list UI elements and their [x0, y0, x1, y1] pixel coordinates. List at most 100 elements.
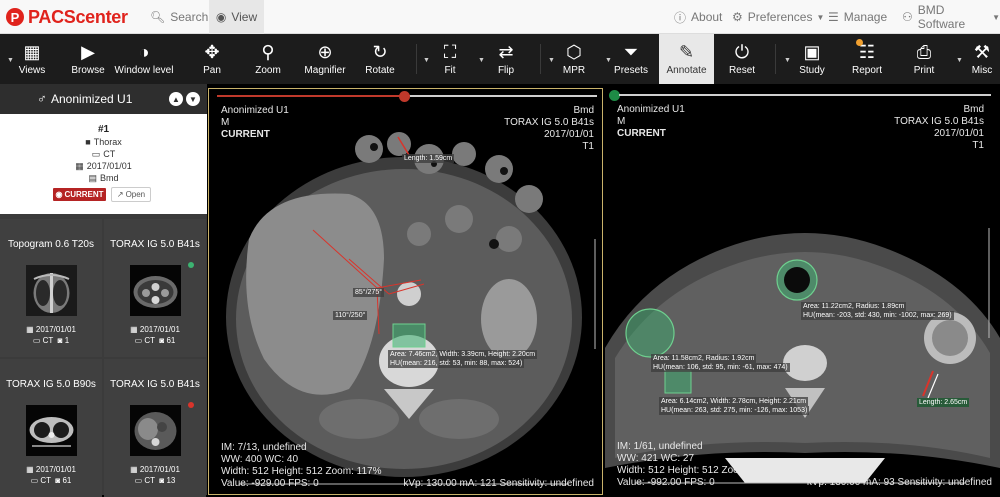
misc-dropdown-caret-icon[interactable]: ▼: [956, 57, 963, 64]
nav-view[interactable]: ◉ View: [209, 0, 264, 34]
chevron-up-icon[interactable]: ▲: [169, 92, 183, 106]
series-date-text: 2017/01/01: [35, 325, 76, 334]
current-badge-label: CURRENT: [64, 190, 104, 199]
fit-dropdown-caret-icon[interactable]: ▼: [423, 57, 430, 64]
misc-button[interactable]: ⚒ Misc: [964, 34, 1000, 84]
length-measurement[interactable]: Length: 1.59cm: [402, 154, 455, 163]
flip-dropdown-caret-icon[interactable]: ▼: [478, 57, 485, 64]
series-meta: ▭ CT ◙ 1: [0, 336, 102, 345]
viewport-left[interactable]: Anonimized U1 M CURRENT Bmd TORAX IG 5.0…: [208, 88, 603, 495]
slice-slider-track: [409, 95, 597, 97]
angle-measurement[interactable]: 110°/250°: [333, 311, 368, 320]
series-tile[interactable]: TORAX IG 5.0 B41s ▦ 2017/01/01 ▭ CT ◙ 13: [104, 359, 206, 497]
brand-name: PACScenter: [28, 6, 128, 27]
nav-preferences-label: Preferences: [747, 10, 813, 24]
overlay-sex: M: [221, 117, 230, 128]
mpr-label: MPR: [562, 65, 586, 76]
presets-button[interactable]: ⏷ Presets: [612, 34, 650, 84]
mpr-dropdown-caret-icon[interactable]: ▼: [548, 57, 555, 64]
series-title: Topogram 0.6 T20s: [8, 239, 94, 250]
views-dropdown-caret-icon[interactable]: ▼: [7, 57, 14, 64]
main-toolbar: ▼ ▦ Views ▶ Browse ◑ Window level ✥ Pan …: [0, 34, 1000, 84]
nav-manage[interactable]: ☰ Manage: [828, 0, 887, 34]
slice-slider-knob[interactable]: [399, 91, 410, 102]
nav-user-label: BMD Software: [917, 3, 966, 31]
window-level-button[interactable]: ◑ Window level: [114, 34, 174, 84]
open-study-label: Open: [125, 190, 146, 199]
chevron-down-icon: ▼: [816, 12, 825, 22]
overlay-acquisition: kVp: 130.00 mA: 93 Sensitivity: undefine…: [806, 477, 992, 488]
monitor-icon: ▭: [134, 476, 143, 485]
series-thumbnail: [130, 405, 181, 456]
nav-preferences[interactable]: ⚙ Preferences ▼: [732, 0, 824, 34]
zoom-in-icon: ⊕: [317, 42, 333, 62]
series-tile[interactable]: Topogram 0.6 T20s ▦ 2017/01/01 ▭ CT ◙ 1: [0, 219, 102, 357]
zoom-button[interactable]: ⚲ Zoom: [250, 34, 286, 84]
nav-search[interactable]: 🔍︎ Search: [150, 0, 208, 34]
annotate-button[interactable]: ✎ Annotate: [659, 34, 714, 84]
slice-slider-filled: [217, 95, 409, 97]
fit-button[interactable]: ⛶ Fit: [432, 34, 468, 84]
nav-view-label: View: [231, 10, 258, 24]
series-modality: CT: [40, 476, 51, 485]
nav-user-menu[interactable]: ⚇ BMD Software ▼: [902, 0, 1000, 34]
presets-label: Presets: [614, 65, 648, 76]
study-date-text: 2017/01/01: [86, 161, 132, 171]
series-tile[interactable]: TORAX IG 5.0 B90s ▦ 2017/01/01 ▭ CT ◙ 61: [0, 359, 102, 497]
nav-search-label: Search: [170, 10, 209, 24]
overlay-date: 2017/01/01: [543, 129, 594, 140]
roi-area-measurement[interactable]: Area: 11.58cm2, Radius: 1.92cm: [651, 354, 757, 363]
study-card[interactable]: #1 ■ Thorax ▭ CT ▦ 2017/01/01 ▤ Bmd ◉ CURRENT…: [0, 114, 207, 214]
roi-hu-measurement[interactable]: HU(mean: 106, std: 95, min: -61, max: 47…: [651, 363, 790, 372]
flip-button[interactable]: ⇄ Flip: [488, 34, 524, 84]
mpr-button[interactable]: ⬡ MPR: [556, 34, 592, 84]
nav-about[interactable]: ⓘ About: [674, 0, 722, 34]
calendar-icon: ▦: [75, 161, 84, 171]
viewport-right[interactable]: Anonimized U1 M CURRENT Bmd TORAX IG 5.0…: [605, 88, 1000, 495]
series-status-dot: [188, 262, 194, 268]
overlay-series: TORAX IG 5.0 B41s: [504, 117, 594, 128]
nav-manage-label: Manage: [843, 10, 888, 24]
briefcase-icon: ■: [85, 137, 91, 147]
brand-logo[interactable]: P PACScenter: [6, 7, 128, 27]
views-button[interactable]: ▦ Views: [14, 34, 50, 84]
roi-hu-measurement[interactable]: HU(mean: -203, std: 430, min: -1002, max…: [801, 311, 954, 320]
series-date: ▦ 2017/01/01: [0, 465, 102, 474]
overlay-sex: M: [617, 116, 626, 127]
fit-label: Fit: [444, 65, 456, 76]
length-measurement[interactable]: Length: 2.65cm: [917, 398, 970, 407]
study-button[interactable]: ▣ Study: [794, 34, 830, 84]
roi-area-measurement[interactable]: Area: 11.22cm2, Radius: 1.89cm: [801, 302, 907, 311]
browse-button[interactable]: ▶ Browse: [68, 34, 108, 84]
overlay-image-number: IM: 1/61, undefined: [617, 441, 703, 452]
chevron-down-icon[interactable]: ▼: [186, 92, 200, 106]
series-date-text: 2017/01/01: [139, 465, 180, 474]
ct-thorax-thumbnail: [130, 265, 181, 316]
roi-hu-measurement[interactable]: HU(mean: 216, std: 53, min: 88, max: 524…: [388, 359, 525, 368]
overlay-institution: Bmd: [573, 105, 594, 116]
open-study-button[interactable]: ↗ Open: [111, 187, 151, 202]
annotate-label: Annotate: [666, 65, 707, 76]
study-dropdown-caret-icon[interactable]: ▼: [784, 57, 791, 64]
reset-button[interactable]: ⏻ Reset: [724, 34, 760, 84]
magnifier-button[interactable]: ⊕ Magnifier: [302, 34, 348, 84]
series-date: ▦ 2017/01/01: [0, 325, 102, 334]
camera-icon: ◙: [159, 476, 165, 485]
overlay-slice: T1: [972, 140, 984, 151]
study-body-part: ■ Thorax: [0, 137, 207, 147]
series-modality: CT: [144, 336, 155, 345]
study-number: #1: [97, 124, 110, 135]
overlay-series: TORAX IG 5.0 B41s: [894, 116, 984, 127]
series-tile[interactable]: TORAX IG 5.0 B41s ▦ 2017/01/01 ▭ CT ◙ 61: [104, 219, 206, 357]
roi-area-measurement[interactable]: Area: 6.14cm2, Width: 2.78cm, Height: 2.…: [659, 397, 809, 406]
views-label: Views: [18, 65, 46, 76]
angle-measurement[interactable]: 85°/275°: [353, 288, 385, 297]
report-button[interactable]: ☷ Report: [848, 34, 886, 84]
roi-area-measurement[interactable]: Area: 7.46cm2, Width: 3.39cm, Height: 2.…: [388, 350, 538, 359]
roi-hu-measurement[interactable]: HU(mean: 263, std: 275, min: -126, max: …: [659, 406, 810, 415]
current-badge: ◉ CURRENT: [53, 188, 106, 201]
print-button[interactable]: ⎙ Print: [906, 34, 942, 84]
pan-button[interactable]: ✥ Pan: [194, 34, 230, 84]
rotate-button[interactable]: ↻ Rotate: [362, 34, 398, 84]
presets-dropdown-caret-icon[interactable]: ▼: [605, 57, 612, 64]
